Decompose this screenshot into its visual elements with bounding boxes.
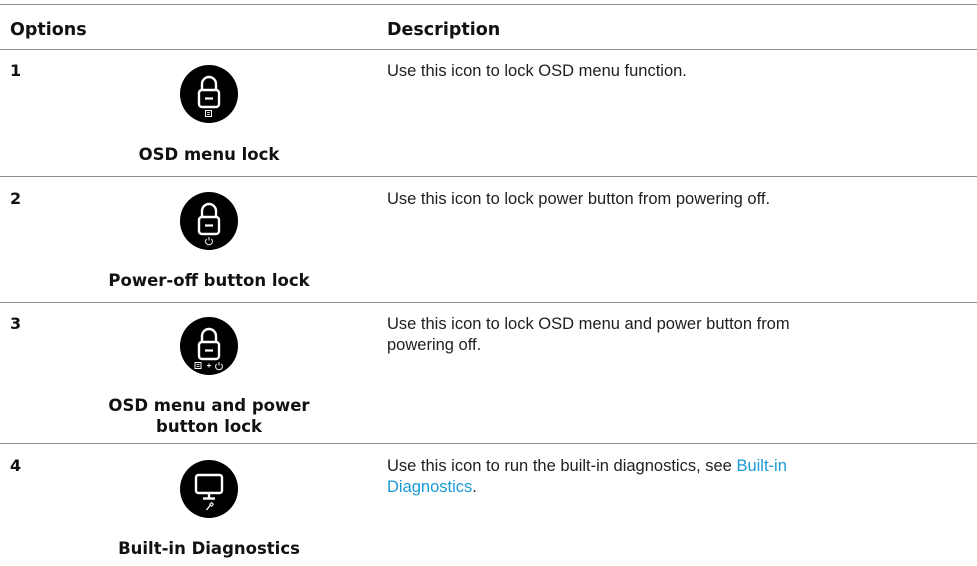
row-rule (0, 302, 977, 303)
built-in-diagnostics-link[interactable]: Built-in (736, 457, 786, 475)
row-number: 3 (10, 314, 22, 333)
row-caption-line-2: button lock (156, 417, 262, 436)
row-caption-line-1: OSD menu and power (108, 396, 310, 415)
row-description-period: . (472, 478, 477, 496)
lock-power-button-icon (180, 192, 238, 250)
row-number: 4 (10, 456, 22, 475)
row-rule (0, 443, 977, 444)
lock-osd-menu-icon (180, 65, 238, 123)
row-description-line-1: Use this icon to lock OSD menu and power… (387, 315, 790, 333)
header-description: Description (387, 20, 501, 40)
row-rule (0, 176, 977, 177)
row-caption: OSD menu lock (138, 145, 280, 164)
built-in-diagnostics-link-continued[interactable]: Diagnostics (387, 478, 472, 496)
row-description: Use this icon to run the built-in diagno… (387, 456, 967, 498)
table-top-rule (0, 4, 977, 5)
row-caption: Power-off button lock (108, 271, 310, 290)
row-description: Use this icon to lock OSD menu and power… (387, 314, 967, 356)
row-caption: Built-in Diagnostics (118, 539, 300, 558)
row-number: 1 (10, 61, 22, 80)
header-rule (0, 49, 977, 50)
row-number: 2 (10, 189, 22, 208)
row-description-line-2: powering off. (387, 336, 482, 354)
row-description: Use this icon to lock OSD menu function. (387, 62, 687, 80)
lock-osd-and-power-icon (180, 317, 238, 375)
row-caption: OSD menu and power button lock (0, 395, 418, 437)
monitor-diagnostics-icon (180, 460, 238, 518)
row-description: Use this icon to lock power button from … (387, 190, 771, 208)
header-options: Options (10, 20, 87, 40)
row-description-text: Use this icon to run the built-in diagno… (387, 457, 737, 475)
